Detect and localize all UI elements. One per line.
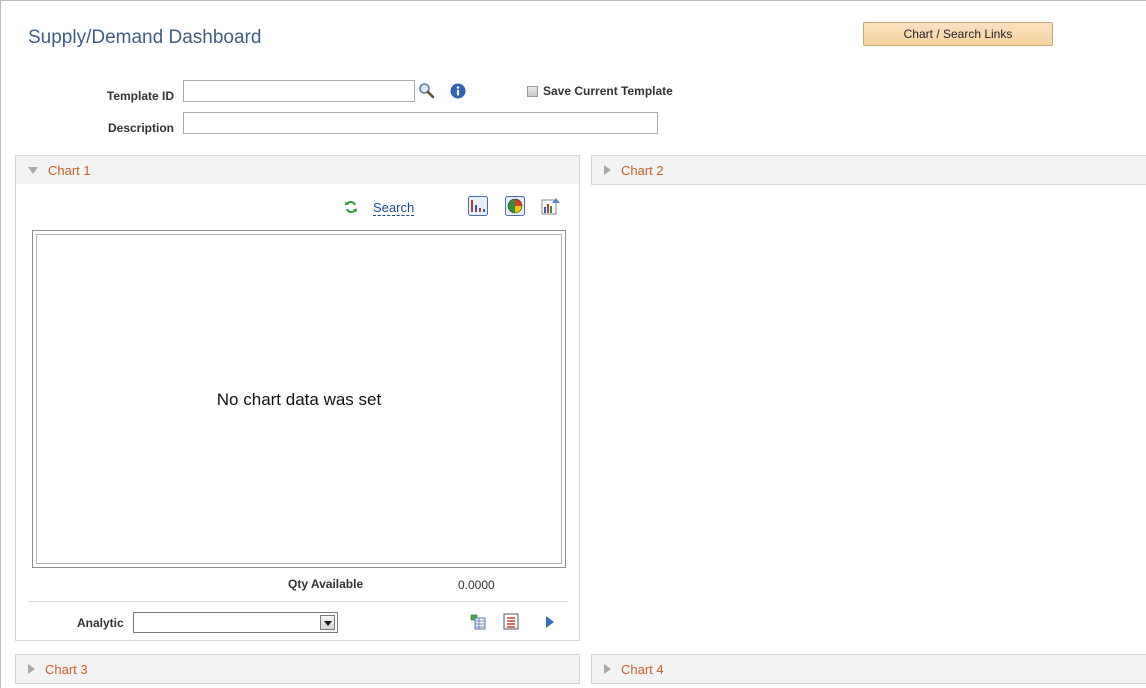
analytic-select[interactable] [133, 612, 338, 633]
chevron-down-icon[interactable] [320, 615, 335, 630]
info-icon[interactable] [450, 83, 466, 102]
chart-1-header[interactable]: Chart 1 [15, 155, 580, 185]
qty-available-value: 0.0000 [458, 578, 495, 592]
expand-triangle-icon [28, 664, 35, 674]
chart-1-title: Chart 1 [48, 162, 91, 178]
analytic-label: Analytic [77, 616, 124, 630]
expand-triangle-icon [604, 165, 611, 175]
save-template-checkbox[interactable] [527, 85, 538, 97]
template-id-label: Template ID [106, 89, 174, 103]
description-label: Description [107, 121, 174, 135]
lookup-icon[interactable] [418, 82, 435, 102]
template-id-input[interactable] [183, 80, 415, 102]
chart-plot-area: No chart data was set [36, 234, 562, 564]
search-link[interactable]: Search [373, 201, 415, 216]
pie-chart-icon[interactable] [505, 196, 525, 219]
no-chart-data-message: No chart data was set [216, 390, 382, 409]
description-input[interactable] [183, 112, 658, 134]
chart-search-links-button[interactable]: Chart / Search Links [863, 22, 1053, 46]
chart-3-header[interactable]: Chart 3 [15, 654, 580, 684]
collapse-triangle-icon [28, 166, 38, 174]
list-view-icon[interactable] [503, 613, 519, 633]
save-current-template[interactable]: Save Current Template [527, 84, 673, 98]
chart-options-icon[interactable] [541, 197, 561, 219]
refresh-icon[interactable] [344, 200, 358, 217]
qty-available-label: Qty Available [288, 577, 364, 591]
bar-chart-icon[interactable] [468, 196, 488, 219]
page-title: Supply/Demand Dashboard [28, 27, 262, 48]
save-template-label: Save Current Template [543, 84, 673, 98]
divider [29, 601, 567, 602]
play-icon[interactable] [546, 616, 554, 628]
chart-4-title: Chart 4 [621, 661, 664, 677]
chart-2-title: Chart 2 [621, 162, 664, 178]
expand-triangle-icon [604, 664, 611, 674]
chart-area: No chart data was set [32, 230, 566, 568]
grid-view-icon[interactable] [470, 614, 486, 633]
chart-3-title: Chart 3 [45, 661, 88, 677]
chart-2-header[interactable]: Chart 2 [591, 155, 1146, 185]
chart-4-header[interactable]: Chart 4 [591, 654, 1146, 684]
